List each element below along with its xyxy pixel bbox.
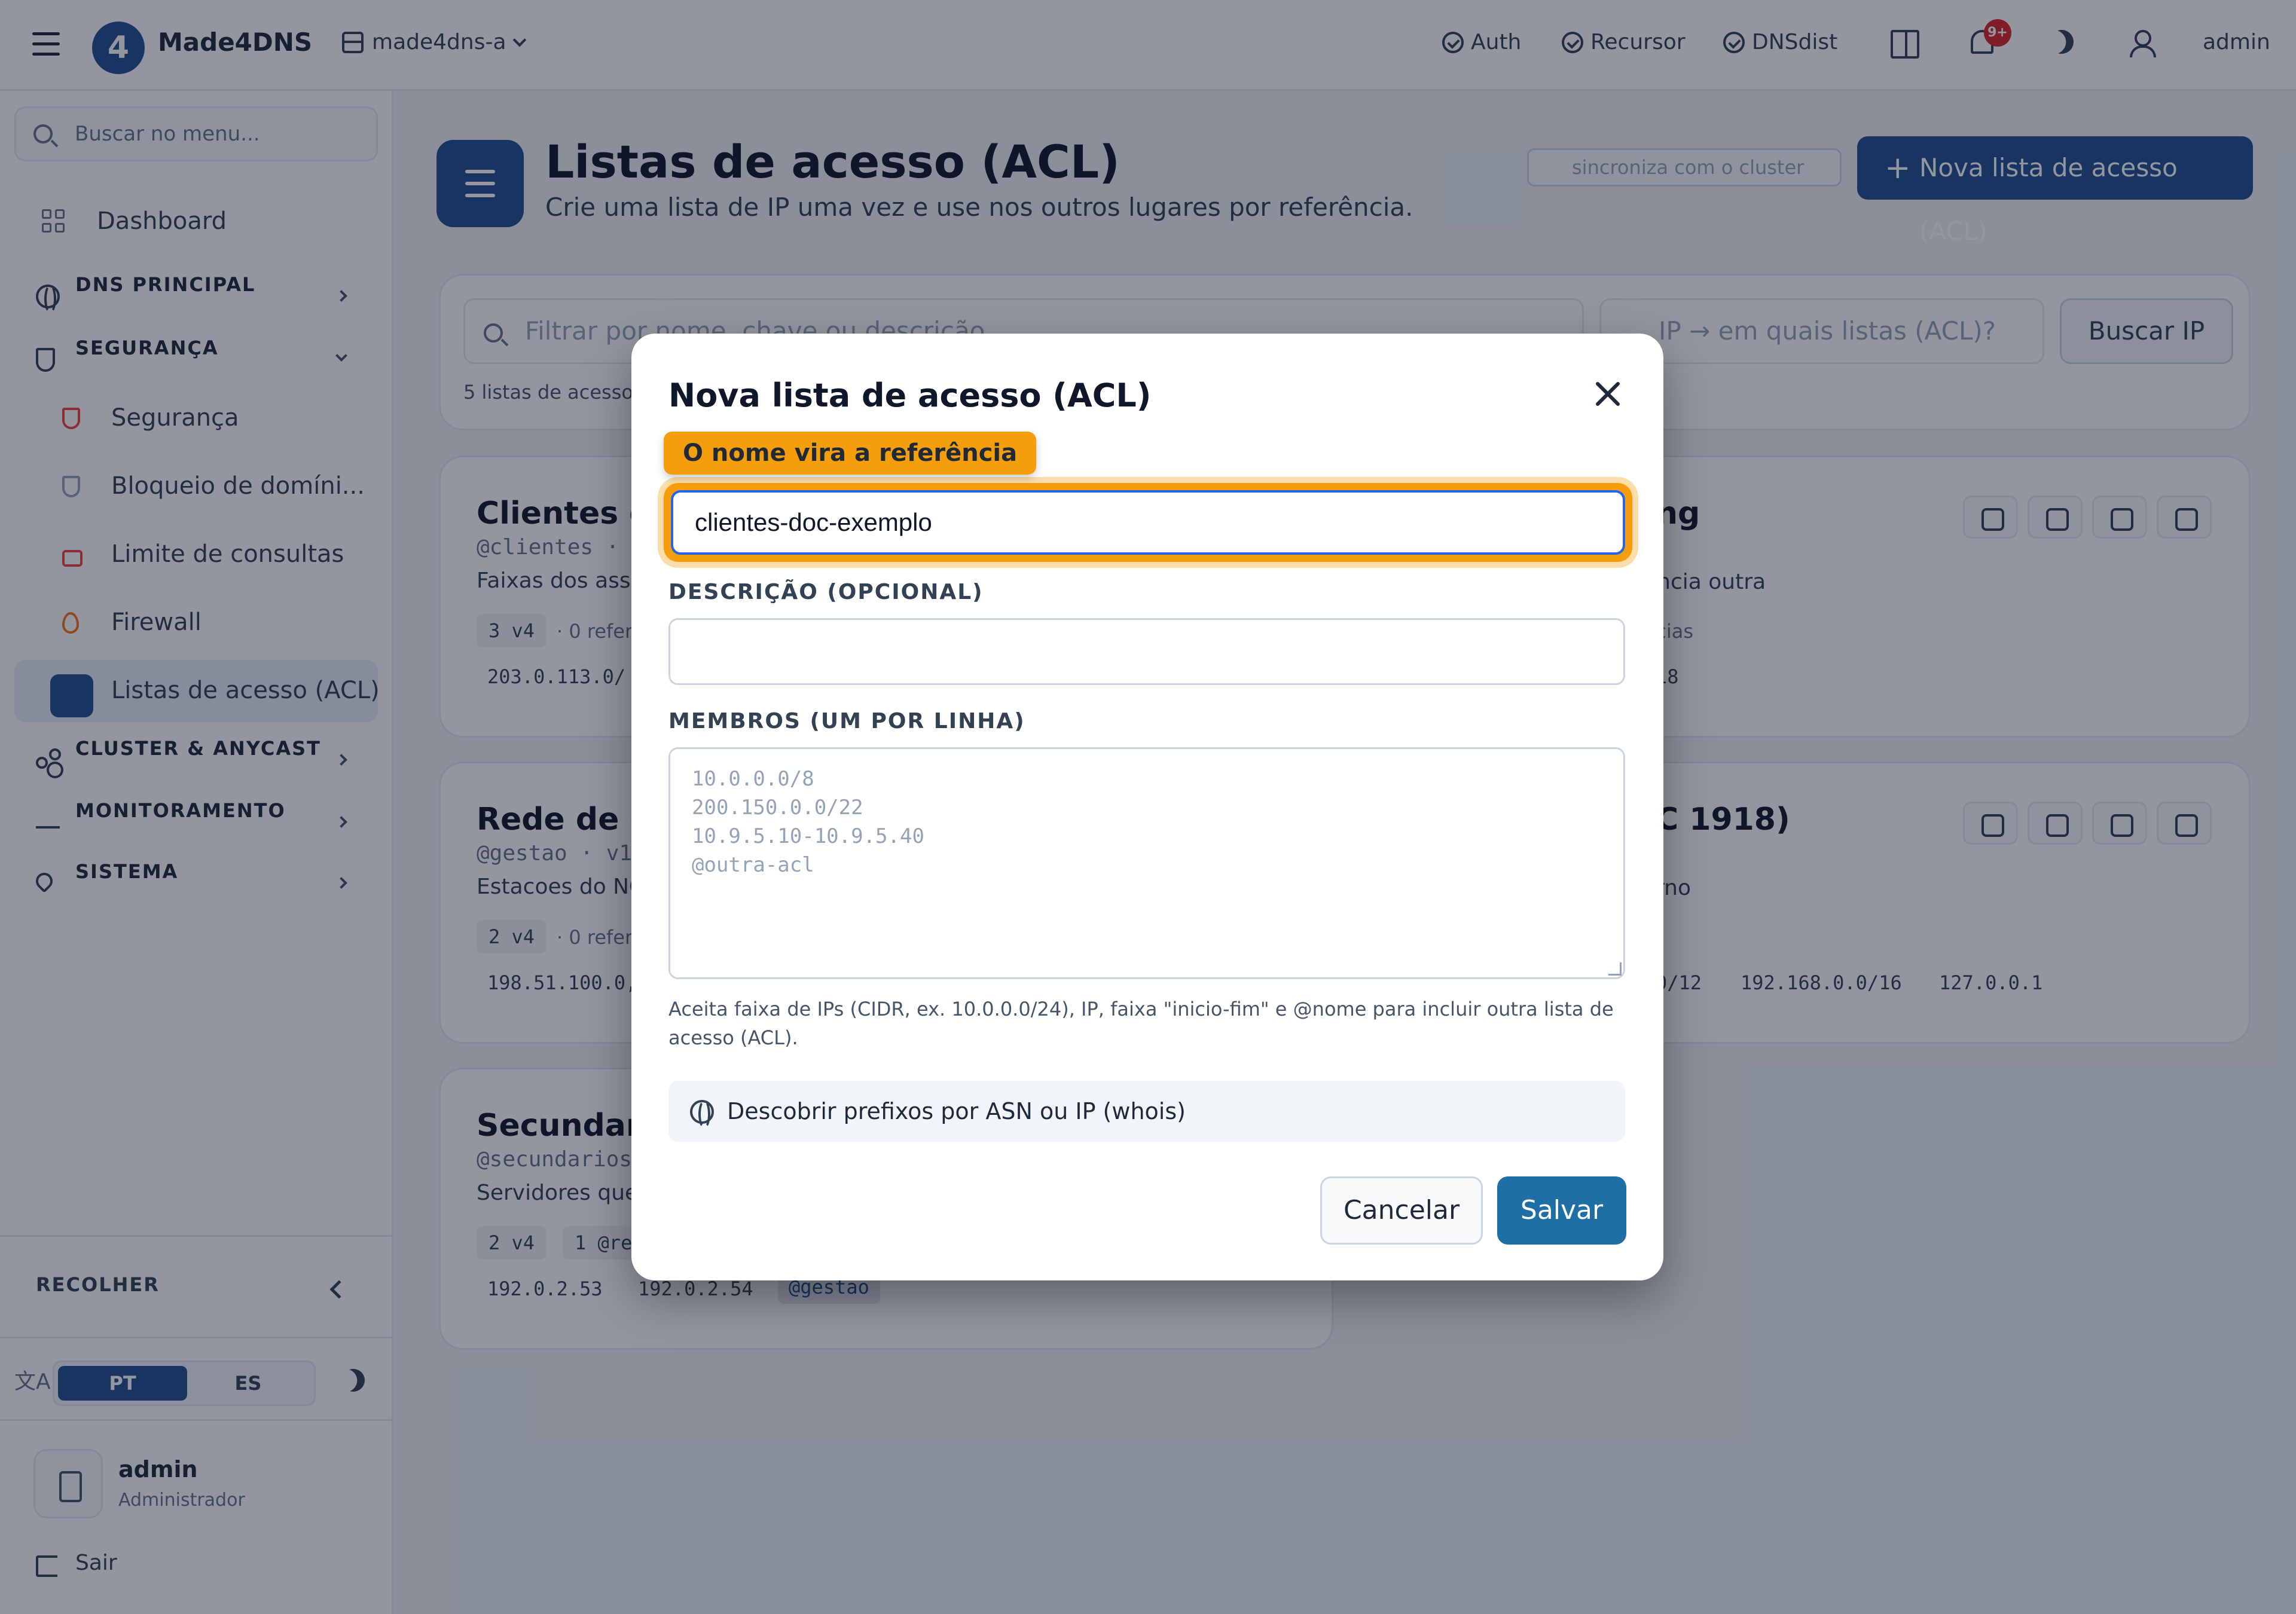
asn-whois-button-label: Descobrir prefixos por ASN ou IP (whois) xyxy=(727,1098,1186,1124)
close-icon[interactable] xyxy=(1594,380,1622,408)
asn-whois-button[interactable]: Descobrir prefixos por ASN ou IP (whois) xyxy=(668,1081,1625,1142)
description-label: DESCRIÇÃO (OPCIONAL) xyxy=(668,580,984,604)
acl-name-input[interactable] xyxy=(671,490,1625,555)
members-placeholder-line: 10.9.5.10-10.9.5.40 xyxy=(692,824,924,848)
members-placeholder-line: 10.0.0.0/8 xyxy=(692,767,814,791)
members-placeholder-line: @outra-acl xyxy=(692,853,814,877)
members-textarea[interactable]: 10.0.0.0/8 200.150.0.0/22 10.9.5.10-10.9… xyxy=(668,747,1625,979)
tour-tooltip: O nome vira a referência xyxy=(664,432,1037,475)
cancel-button[interactable]: Cancelar xyxy=(1320,1176,1483,1245)
new-acl-dialog: Nova lista de acesso (ACL) O nome vira a… xyxy=(631,334,1663,1280)
save-button[interactable]: Salvar xyxy=(1497,1176,1626,1245)
resize-handle[interactable] xyxy=(1608,962,1622,976)
description-input[interactable] xyxy=(668,618,1625,685)
globe-icon xyxy=(690,1100,714,1129)
dialog-title: Nova lista de acesso (ACL) xyxy=(668,377,1152,414)
members-placeholder-line: 200.150.0.0/22 xyxy=(692,796,863,820)
members-help-text: Aceita faixa de IPs (CIDR, ex. 10.0.0.0/… xyxy=(668,998,1614,1049)
members-label: MEMBROS (UM POR LINHA) xyxy=(668,709,1025,733)
